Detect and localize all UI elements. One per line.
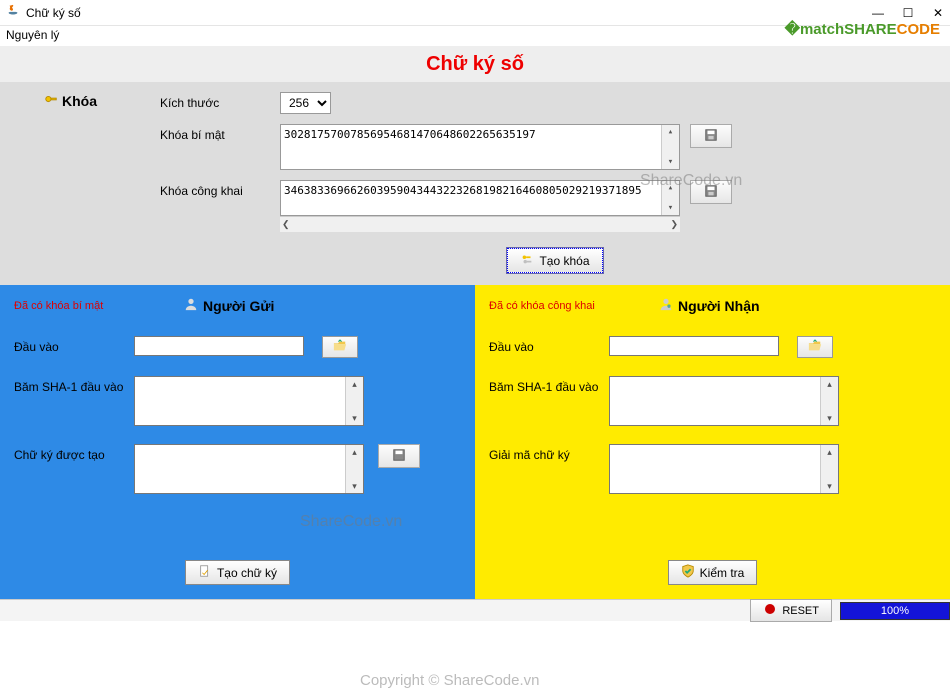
receiver-status: Đã có khóa công khai: [489, 300, 659, 312]
receiver-input-field[interactable]: [609, 336, 779, 356]
create-signature-button[interactable]: Tạo chữ ký: [185, 560, 290, 585]
save-public-key-button[interactable]: [690, 180, 732, 204]
receiver-sha-label: Băm SHA-1 đầu vào: [489, 376, 609, 394]
sender-title: Người Gửi: [203, 298, 274, 314]
panels: Đã có khóa bí mật Người Gửi Đầu vào Băm …: [0, 285, 950, 599]
sender-input-label: Đầu vào: [14, 336, 134, 354]
receiver-sha-textarea[interactable]: ▴▾: [609, 376, 839, 426]
scrollbar-vertical[interactable]: ▴▾: [345, 377, 363, 425]
folder-open-icon: [808, 339, 822, 356]
public-key-textarea[interactable]: 3463833696626039590434432232681982164608…: [280, 180, 680, 216]
sender-status: Đã có khóa bí mật: [14, 300, 184, 312]
sender-panel: Đã có khóa bí mật Người Gửi Đầu vào Băm …: [0, 285, 475, 599]
red-dot-icon: [763, 602, 777, 619]
generate-key-button[interactable]: Tạo khóa: [507, 248, 602, 273]
page-title: Chữ ký số: [426, 53, 524, 76]
key-section-label: Khóa: [62, 93, 97, 109]
receiver-input-label: Đầu vào: [489, 336, 609, 354]
private-key-textarea[interactable]: 30281757007856954681470648602265635197 ▴…: [280, 124, 680, 170]
reset-button[interactable]: RESET: [750, 599, 832, 622]
floppy-icon: [392, 448, 406, 465]
folder-open-icon: [333, 339, 347, 356]
java-icon: [6, 4, 20, 21]
sender-sig-label: Chữ ký được tạo: [14, 444, 134, 462]
receiver-title: Người Nhận: [678, 298, 760, 314]
scrollbar-vertical[interactable]: ▴▾: [820, 377, 838, 425]
scrollbar-vertical[interactable]: ▴▾: [661, 125, 679, 169]
copyright-watermark: Copyright © ShareCode.vn: [360, 672, 539, 689]
receiver-panel: Đã có khóa công khai Người Nhận Đầu vào …: [475, 285, 950, 599]
receiver-open-file-button[interactable]: [797, 336, 833, 358]
private-key-label: Khóa bí mật: [160, 124, 280, 142]
sender-sha-label: Băm SHA-1 đầu vào: [14, 376, 134, 394]
minimize-button[interactable]: —: [872, 7, 884, 19]
header: Chữ ký số: [0, 46, 950, 82]
scrollbar-vertical[interactable]: ▴▾: [661, 181, 679, 215]
progress-bar: 100%: [840, 602, 950, 620]
person-icon: [184, 297, 198, 314]
window-title: Chữ ký số: [26, 6, 81, 20]
key-section: Khóa Kích thước 256 Khóa bí mật 30281757…: [0, 82, 950, 285]
floppy-icon: [704, 128, 718, 145]
statusbar: RESET 100%: [0, 599, 950, 621]
sharecode-logo: �matchSHARECODE: [785, 20, 940, 38]
receiver-dec-label: Giải mã chữ ký: [489, 444, 609, 462]
sign-icon: [198, 564, 212, 581]
key-icon: [44, 92, 58, 109]
shield-check-icon: [681, 564, 695, 581]
key-size-select[interactable]: 256: [280, 92, 331, 114]
verify-button[interactable]: Kiểm tra: [668, 560, 758, 585]
close-button[interactable]: ✕: [932, 7, 944, 19]
save-signature-button[interactable]: [378, 444, 420, 468]
scrollbar-vertical[interactable]: ▴▾: [345, 445, 363, 493]
sender-sha-textarea[interactable]: ▴▾: [134, 376, 364, 426]
keys-icon: [520, 252, 534, 269]
sender-sig-textarea[interactable]: ▴▾: [134, 444, 364, 494]
sender-input-field[interactable]: [134, 336, 304, 356]
scrollbar-vertical[interactable]: ▴▾: [820, 445, 838, 493]
menu-nguyen-ly[interactable]: Nguyên lý: [6, 28, 59, 42]
scrollbar-horizontal[interactable]: ❮❯: [280, 216, 680, 232]
maximize-button[interactable]: ☐: [902, 7, 914, 19]
public-key-label: Khóa công khai: [160, 180, 280, 198]
floppy-icon: [704, 184, 718, 201]
save-private-key-button[interactable]: [690, 124, 732, 148]
receiver-dec-textarea[interactable]: ▴▾: [609, 444, 839, 494]
sender-open-file-button[interactable]: [322, 336, 358, 358]
person-shield-icon: [659, 297, 673, 314]
size-label: Kích thước: [160, 92, 280, 110]
